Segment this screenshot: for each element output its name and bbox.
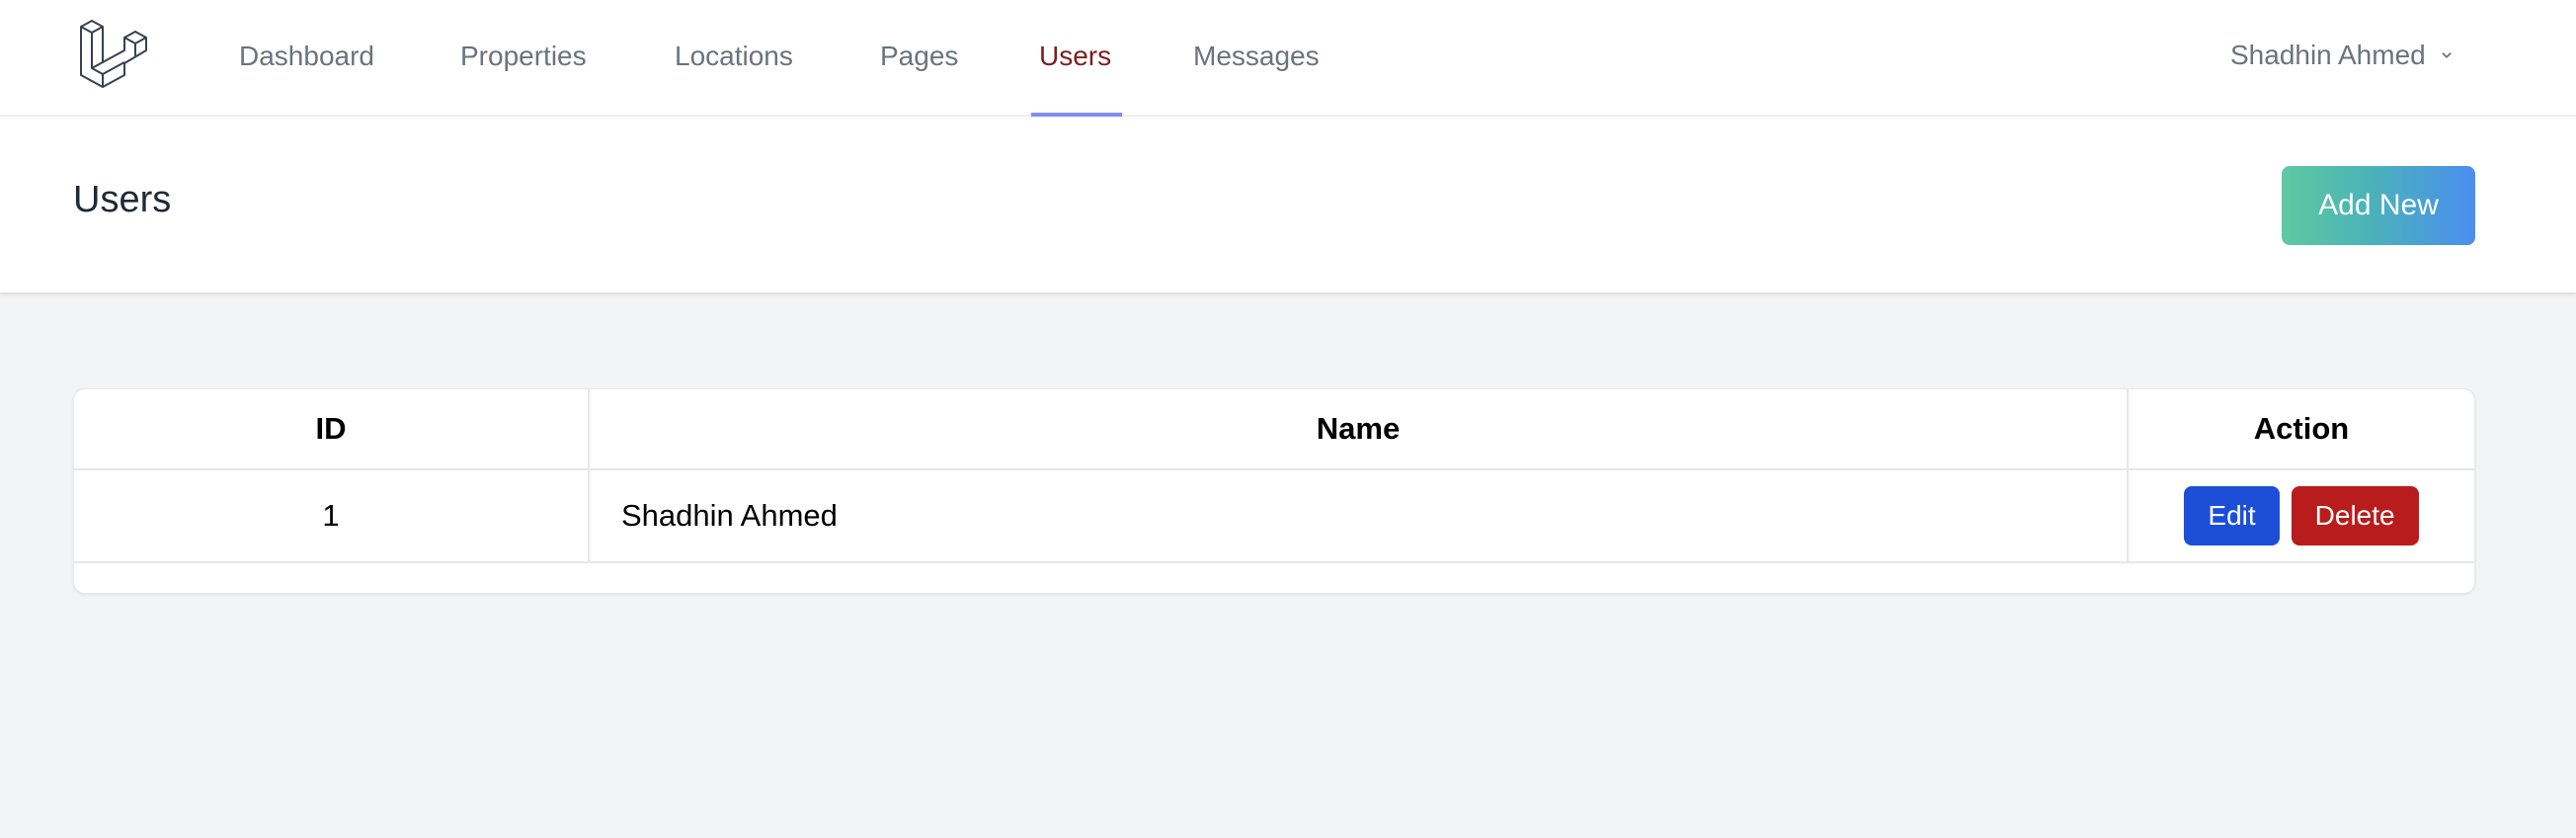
column-header-id: ID [74, 389, 590, 470]
table-header-row: ID Name Action [74, 389, 2474, 470]
chevron-down-icon [2442, 51, 2452, 58]
user-action-cell: Edit Delete [2127, 468, 2474, 563]
user-menu-dropdown[interactable]: Shadhin Ahmed [2230, 0, 2455, 111]
nav-link-messages[interactable]: Messages [1193, 0, 1320, 117]
page-title: Users [73, 179, 172, 220]
users-table: ID Name Action 1 Shadhin Ahmed Edit Delet… [74, 389, 2474, 563]
nav-link-properties[interactable]: Properties [460, 0, 587, 117]
nav-link-dashboard[interactable]: Dashboard [239, 0, 374, 117]
nav-link-pages[interactable]: Pages [880, 0, 958, 117]
top-navbar: Dashboard Properties Locations Pages Use… [0, 0, 2576, 117]
laravel-logo-icon[interactable] [79, 18, 152, 89]
user-name-cell: Shadhin Ahmed [588, 468, 2129, 563]
add-new-button[interactable]: Add New [2282, 166, 2475, 245]
nav-link-users[interactable]: Users [1039, 0, 1111, 117]
edit-button[interactable]: Edit [2184, 486, 2280, 545]
user-name: Shadhin Ahmed [2230, 40, 2426, 70]
page-header: Users Add New [0, 117, 2576, 293]
column-header-name: Name [588, 389, 2129, 470]
users-table-card: ID Name Action 1 Shadhin Ahmed Edit Delet… [73, 388, 2475, 594]
column-header-action: Action [2127, 389, 2474, 470]
nav-link-locations[interactable]: Locations [675, 0, 793, 117]
user-id-cell: 1 [74, 468, 590, 563]
table-row: 1 Shadhin Ahmed Edit Delete [74, 468, 2474, 563]
delete-button[interactable]: Delete [2291, 486, 2419, 545]
